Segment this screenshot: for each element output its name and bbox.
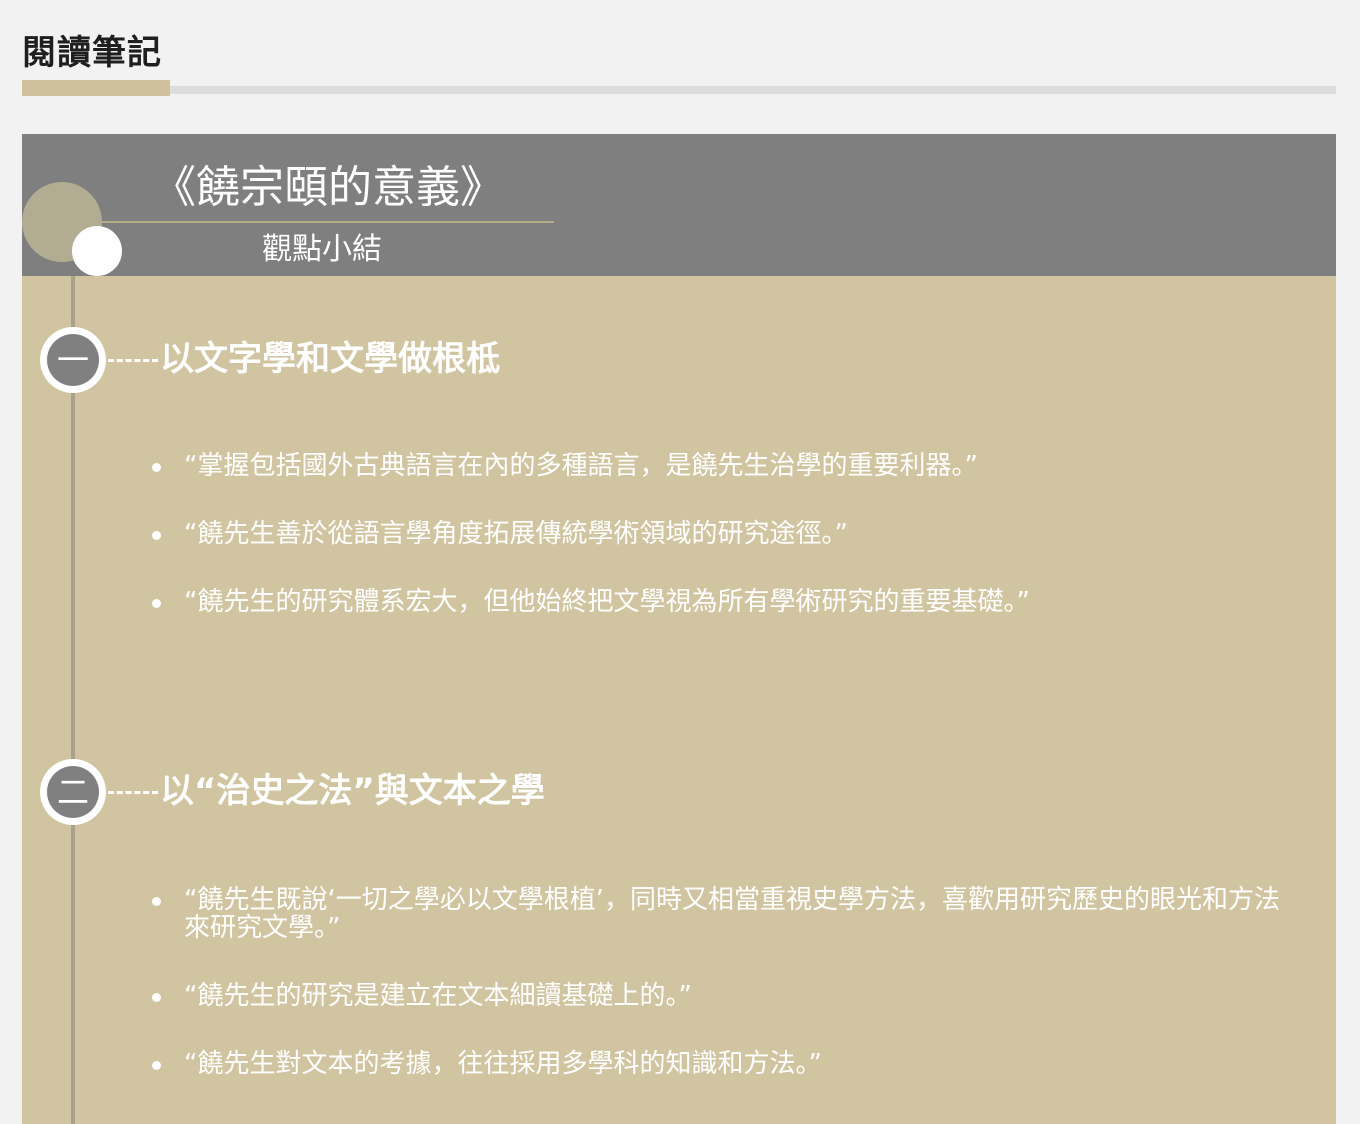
section-numeral-1: 一	[56, 341, 89, 379]
timeline-line	[71, 276, 75, 1124]
book-title-underline	[102, 221, 554, 223]
section-marker-1: 一	[40, 327, 106, 393]
book-subtitle: 觀點小結	[262, 232, 382, 267]
section-marker-2: 二	[40, 759, 106, 825]
quote-list-1: “掌握包括國外古典語言在內的多種語言，是饒先生治學的重要利器。” “饒先生善於從…	[152, 452, 1302, 616]
quote-item: “饒先生的研究體系宏大，但他始終把文學視為所有學術研究的重要基礎。”	[152, 588, 1302, 616]
section-title-1: 以文字學和文學做根柢	[160, 339, 500, 379]
quote-list-2: “饒先生既說‘一切之學必以文學根植’，同時又相當重視史學方法，喜歡用研究歷史的眼…	[152, 886, 1302, 1078]
section-title-2: 以“治史之法”與文本之學	[160, 771, 545, 811]
quote-item: “饒先生既說‘一切之學必以文學根植’，同時又相當重視史學方法，喜歡用研究歷史的眼…	[152, 886, 1302, 942]
decorative-circle-small	[72, 226, 122, 276]
section-numeral-2: 二	[56, 773, 89, 811]
quote-item: “掌握包括國外古典語言在內的多種語言，是饒先生治學的重要利器。”	[152, 452, 1302, 480]
title-divider	[22, 86, 1336, 94]
section-connector	[108, 791, 158, 794]
book-title: 《饒宗頤的意義》	[152, 162, 504, 213]
section-connector	[108, 359, 158, 362]
page-header: 閱讀筆記	[22, 30, 1336, 96]
quote-item: “饒先生的研究是建立在文本細讀基礎上的。”	[152, 982, 1302, 1010]
page-title: 閱讀筆記	[22, 33, 162, 73]
quote-item: “饒先生對文本的考據，往往採用多學科的知識和方法。”	[152, 1050, 1302, 1078]
quote-item: “饒先生善於從語言學角度拓展傳統學術領域的研究途徑。”	[152, 520, 1302, 548]
card-header: 《饒宗頤的意義》 觀點小結	[22, 134, 1336, 276]
title-divider-accent	[22, 80, 170, 96]
reading-note-card: 《饒宗頤的意義》 觀點小結 一 以文字學和文學做根柢 “掌握包括國外古典語言在內…	[22, 134, 1336, 1124]
